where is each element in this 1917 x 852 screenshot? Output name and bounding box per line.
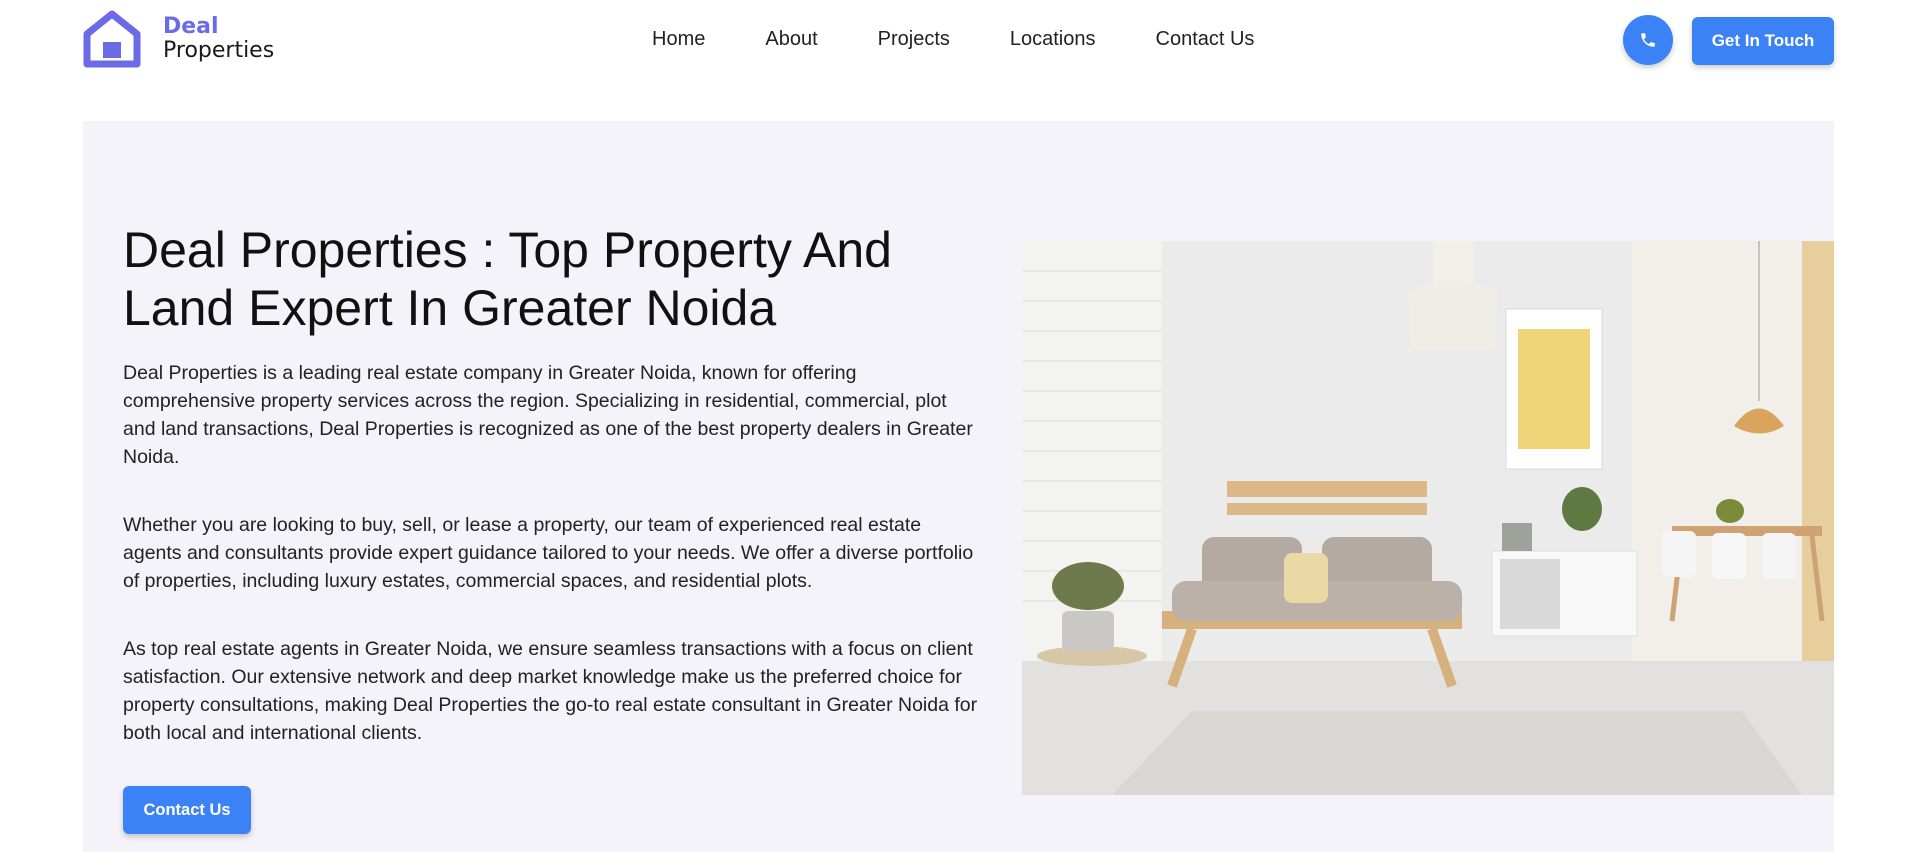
nav-locations[interactable]: Locations [1010,28,1096,51]
nav-contact-us[interactable]: Contact Us [1156,28,1255,51]
hero-paragraph-2: Whether you are looking to buy, sell, or… [123,514,974,592]
living-room-image [1022,241,1834,795]
nav-projects[interactable]: Projects [878,28,950,51]
contact-us-button[interactable]: Contact Us [123,786,251,834]
site-header: Deal Properties Home About Projects Loca… [0,0,1917,80]
get-in-touch-button[interactable]: Get In Touch [1692,17,1834,65]
hero-title: Deal Properties : Top Property And Land … [123,222,892,336]
house-logo-icon [83,10,141,68]
brand-name-line1: Deal [163,13,219,39]
living-room-illustration [1022,241,1834,795]
nav-about[interactable]: About [765,28,817,51]
main-nav: Home About Projects Locations Contact Us [652,28,1254,51]
hero-paragraph-1: Deal Properties is a leading real estate… [123,362,973,468]
hero-section: Deal Properties : Top Property And Land … [83,121,1834,852]
phone-icon [1641,33,1655,47]
brand-name-line2: Properties [163,38,275,63]
brand-logo[interactable]: Deal Properties [83,10,274,68]
hero-paragraph-3: As top real estate agents in Greater Noi… [123,638,978,744]
phone-button[interactable] [1623,15,1673,65]
nav-home[interactable]: Home [652,28,705,51]
